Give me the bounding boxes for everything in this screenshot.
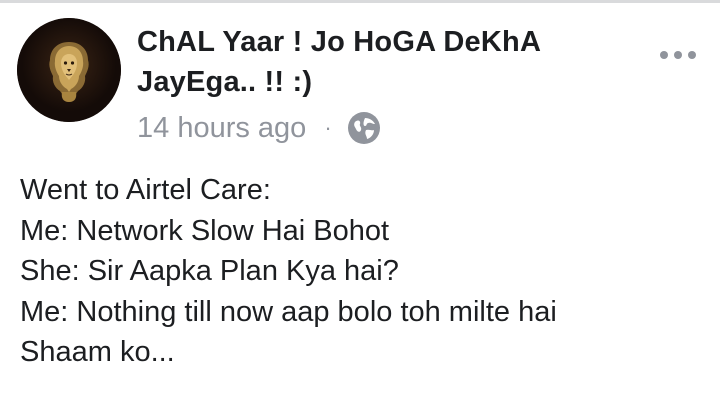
globe-icon[interactable]	[346, 110, 382, 146]
post-body: Went to Airtel Care: Me: Network Slow Ha…	[20, 170, 710, 373]
more-horizontal-icon	[660, 51, 696, 59]
avatar[interactable]	[17, 18, 121, 122]
post-header: ChAL Yaar ! Jo HoGA DeKhA JayEga.. !! :)…	[0, 0, 720, 160]
more-options-button[interactable]	[655, 38, 701, 72]
post-timestamp[interactable]: 14 hours ago	[137, 106, 306, 150]
lion-logo-icon	[17, 18, 121, 122]
post-line: She: Sir Aapka Plan Kya hai?	[20, 255, 399, 287]
post-line: Went to Airtel Care:	[20, 174, 271, 206]
meta-separator: ·	[324, 115, 332, 140]
post-line: Me: Network Slow Hai Bohot	[20, 214, 390, 247]
post-line: Shaam ko...	[20, 336, 175, 368]
author-name[interactable]: ChAL Yaar ! Jo HoGA DeKhA JayEga.. !! :)	[137, 22, 637, 102]
post-line: Me: Nothing till now aap bolo toh milte …	[20, 295, 557, 328]
post-meta: 14 hours ago ·	[137, 106, 382, 150]
